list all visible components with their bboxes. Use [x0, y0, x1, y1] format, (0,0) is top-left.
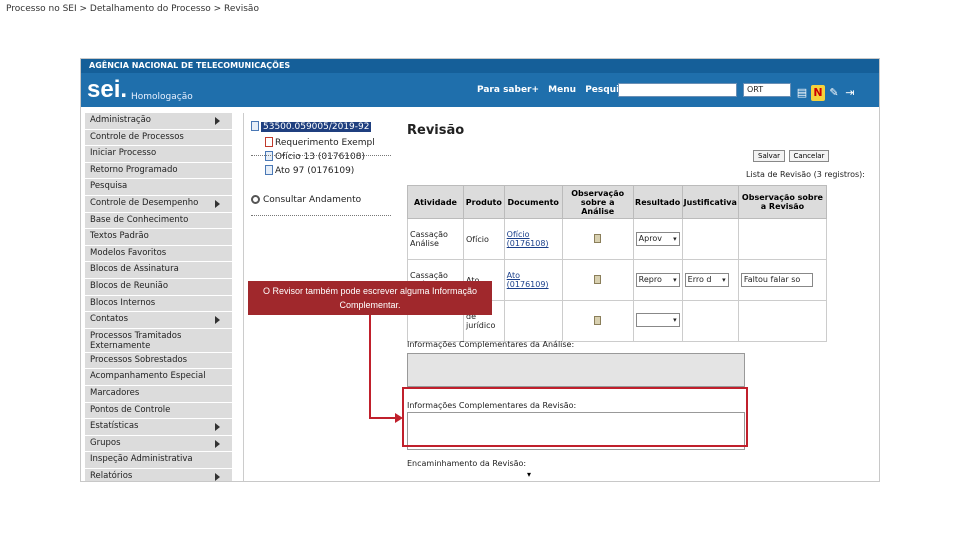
- menu-item-iniciar-processo[interactable]: Iniciar Processo: [85, 146, 232, 163]
- link-menu[interactable]: Menu: [548, 85, 576, 95]
- menu-item-grupos[interactable]: Grupos: [85, 435, 232, 453]
- folder-icon: [251, 121, 259, 131]
- col-header: Observação sobre a Revisão: [737, 185, 828, 219]
- menu-item-relatorios[interactable]: Relatórios: [85, 468, 232, 481]
- revisao-table: Atividade Produto Documento Observação s…: [407, 185, 828, 342]
- menu-item-pesquisa[interactable]: Pesquisa: [85, 179, 232, 196]
- note-icon[interactable]: [594, 233, 602, 243]
- page-title: Revisão: [407, 123, 465, 138]
- resultado-select[interactable]: Repro: [635, 273, 680, 287]
- encaminhamento-label: Encaminhamento da Revisão:: [407, 459, 527, 468]
- divider: [243, 113, 244, 481]
- consultar-andamento-link[interactable]: Consultar Andamento: [251, 195, 361, 205]
- resultado-select[interactable]: [635, 313, 680, 327]
- menu-item-blocos-internos[interactable]: Blocos Internos: [85, 295, 232, 313]
- environment-label: Homologação: [131, 92, 193, 102]
- header: sei. Homologação Para saber+ Menu Pesqui…: [81, 73, 879, 107]
- callout-line: [369, 417, 397, 419]
- unit-select[interactable]: ORT: [743, 83, 791, 97]
- menu-item-processos-sobrestados[interactable]: Processos Sobrestados: [85, 352, 232, 370]
- col-header: Produto: [462, 185, 505, 219]
- chevron-right-icon: [215, 472, 220, 481]
- cell-justificativa: [681, 300, 739, 342]
- menu-item-controle-desempenho[interactable]: Controle de Desempenho: [85, 195, 232, 213]
- col-header: Documento: [503, 185, 563, 219]
- menu-item-acompanhamento-especial[interactable]: Acompanhamento Especial: [85, 369, 232, 386]
- menu-item-estatisticas[interactable]: Estatísticas: [85, 419, 232, 436]
- menu-item-base-conhecimento[interactable]: Base de Conhecimento: [85, 212, 232, 230]
- callout-line: [369, 315, 371, 419]
- tree-process[interactable]: 53500.059005/2019-92: [251, 121, 372, 132]
- info-analise-textarea: [407, 353, 745, 387]
- menu-item-administracao[interactable]: Administração: [85, 113, 232, 130]
- header-icons: ▤ N ✎ ⇥: [795, 81, 859, 101]
- highlight-box: [402, 387, 748, 447]
- cell-obs: [737, 218, 828, 260]
- arrow-icon: [395, 413, 403, 423]
- window-icon[interactable]: ▤: [795, 85, 809, 101]
- tree-item[interactable]: Requerimento Exempl: [265, 137, 375, 148]
- menu-item-pontos-controle[interactable]: Pontos de Controle: [85, 402, 232, 420]
- info-analise-label: Informações Complementares da Análise:: [407, 340, 575, 349]
- agency-bar: AGÊNCIA NACIONAL DE TELECOMUNICAÇÕES: [81, 59, 879, 73]
- separator: [251, 215, 391, 216]
- col-header: Atividade: [407, 185, 464, 219]
- menu-item-contatos[interactable]: Contatos: [85, 312, 232, 329]
- document-link[interactable]: Ato (0176109): [507, 271, 549, 289]
- tree-item[interactable]: Ofício 13 (0176108): [265, 151, 365, 162]
- magnifier-icon: [251, 195, 260, 204]
- document-link[interactable]: Ofício (0176108): [507, 230, 549, 248]
- list-caption: Lista de Revisão (3 registros):: [746, 170, 865, 179]
- col-header: Resultado: [632, 185, 683, 219]
- cell-obs: [737, 300, 828, 342]
- notification-icon[interactable]: N: [811, 85, 825, 101]
- chevron-right-icon: [215, 316, 220, 325]
- cell-justificativa: [681, 218, 739, 260]
- chevron-right-icon: [215, 439, 220, 448]
- note-icon[interactable]: [594, 315, 602, 325]
- tree-item[interactable]: Ato 97 (0176109): [265, 165, 354, 176]
- menu-item-retorno-programado[interactable]: Retorno Programado: [85, 162, 232, 180]
- obs-revisao-input[interactable]: Faltou falar so: [740, 273, 813, 287]
- chevron-right-icon: [215, 423, 220, 432]
- justificativa-select[interactable]: Erro d: [684, 273, 729, 287]
- menu-item-marcadores[interactable]: Marcadores: [85, 385, 232, 403]
- menu-item-controle-processos[interactable]: Controle de Processos: [85, 129, 232, 147]
- chevron-right-icon: [215, 199, 220, 208]
- col-header: Observação sobre a Análise: [561, 185, 634, 219]
- col-header: Justificativa: [681, 185, 739, 219]
- document-icon: [265, 151, 273, 161]
- chevron-right-icon: [215, 117, 220, 125]
- sei-logo: sei.: [87, 76, 128, 103]
- menu-item-processos-tramitados[interactable]: Processos Tramitados Externamente: [85, 328, 232, 353]
- search-input[interactable]: [618, 83, 737, 97]
- note-icon[interactable]: [594, 274, 602, 284]
- cell-produto: Ofício: [462, 218, 505, 260]
- menu-item-blocos-assinatura[interactable]: Blocos de Assinatura: [85, 262, 232, 279]
- menu-item-textos-padrao[interactable]: Textos Padrão: [85, 229, 232, 246]
- cell-atividade: Cassação Análise: [407, 218, 464, 260]
- encaminhamento-select[interactable]: [407, 470, 533, 481]
- exit-icon[interactable]: ⇥: [843, 85, 857, 101]
- table-row: Cassação Análise Ofício Ofício (0176108)…: [407, 218, 828, 260]
- pdf-icon: [265, 137, 273, 147]
- menu-item-modelos-favoritos[interactable]: Modelos Favoritos: [85, 245, 232, 263]
- document-icon: [265, 165, 273, 175]
- menu-item-blocos-reuniao[interactable]: Blocos de Reunião: [85, 278, 232, 296]
- menu-item-inspecao-administrativa[interactable]: Inspeção Administrativa: [85, 452, 232, 469]
- save-button[interactable]: Salvar: [753, 150, 785, 162]
- cancel-button[interactable]: Cancelar: [789, 150, 829, 162]
- header-links: Para saber+ Menu Pesquisa: [477, 85, 637, 95]
- breadcrumb: Processo no SEI > Detalhamento do Proces…: [6, 4, 259, 14]
- link-para-saber[interactable]: Para saber+: [477, 85, 539, 95]
- cell-documento: [503, 300, 563, 342]
- callout-note: O Revisor também pode escrever alguma In…: [248, 281, 492, 315]
- resultado-select[interactable]: Aprov: [635, 232, 680, 246]
- tools-icon[interactable]: ✎: [827, 85, 841, 101]
- main-menu: Administração Controle de Processos Inic…: [85, 113, 232, 481]
- separator: [251, 155, 391, 156]
